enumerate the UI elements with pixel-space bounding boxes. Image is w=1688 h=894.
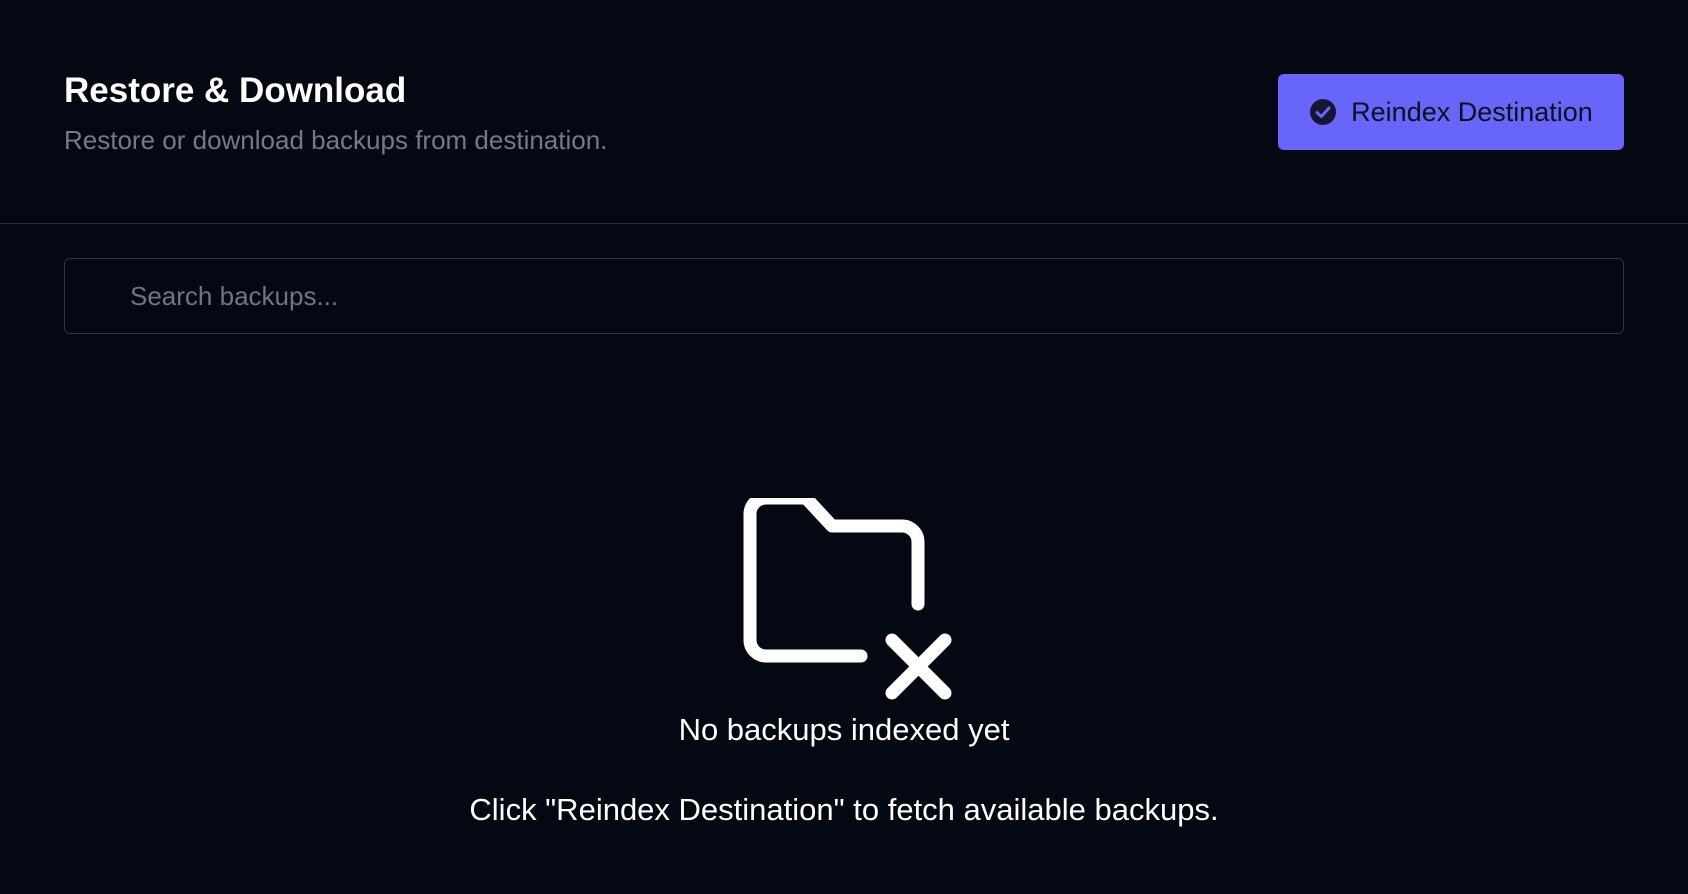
reindex-destination-label: Reindex Destination — [1351, 96, 1593, 127]
empty-state-title: No backups indexed yet — [678, 712, 1010, 747]
search-input[interactable] — [65, 259, 1623, 333]
page-header: Restore & Download Restore or download b… — [0, 0, 1688, 224]
check-circle-icon — [1309, 98, 1337, 126]
page-title: Restore & Download — [64, 71, 407, 110]
search-field — [64, 258, 1624, 334]
restore-download-page: Restore & Download Restore or download b… — [0, 0, 1688, 894]
folder-x-icon — [742, 491, 952, 705]
reindex-destination-button[interactable]: Reindex Destination — [1278, 74, 1624, 150]
page-subtitle: Restore or download backups from destina… — [64, 125, 608, 155]
empty-state-hint: Click "Reindex Destination" to fetch ava… — [469, 792, 1219, 827]
